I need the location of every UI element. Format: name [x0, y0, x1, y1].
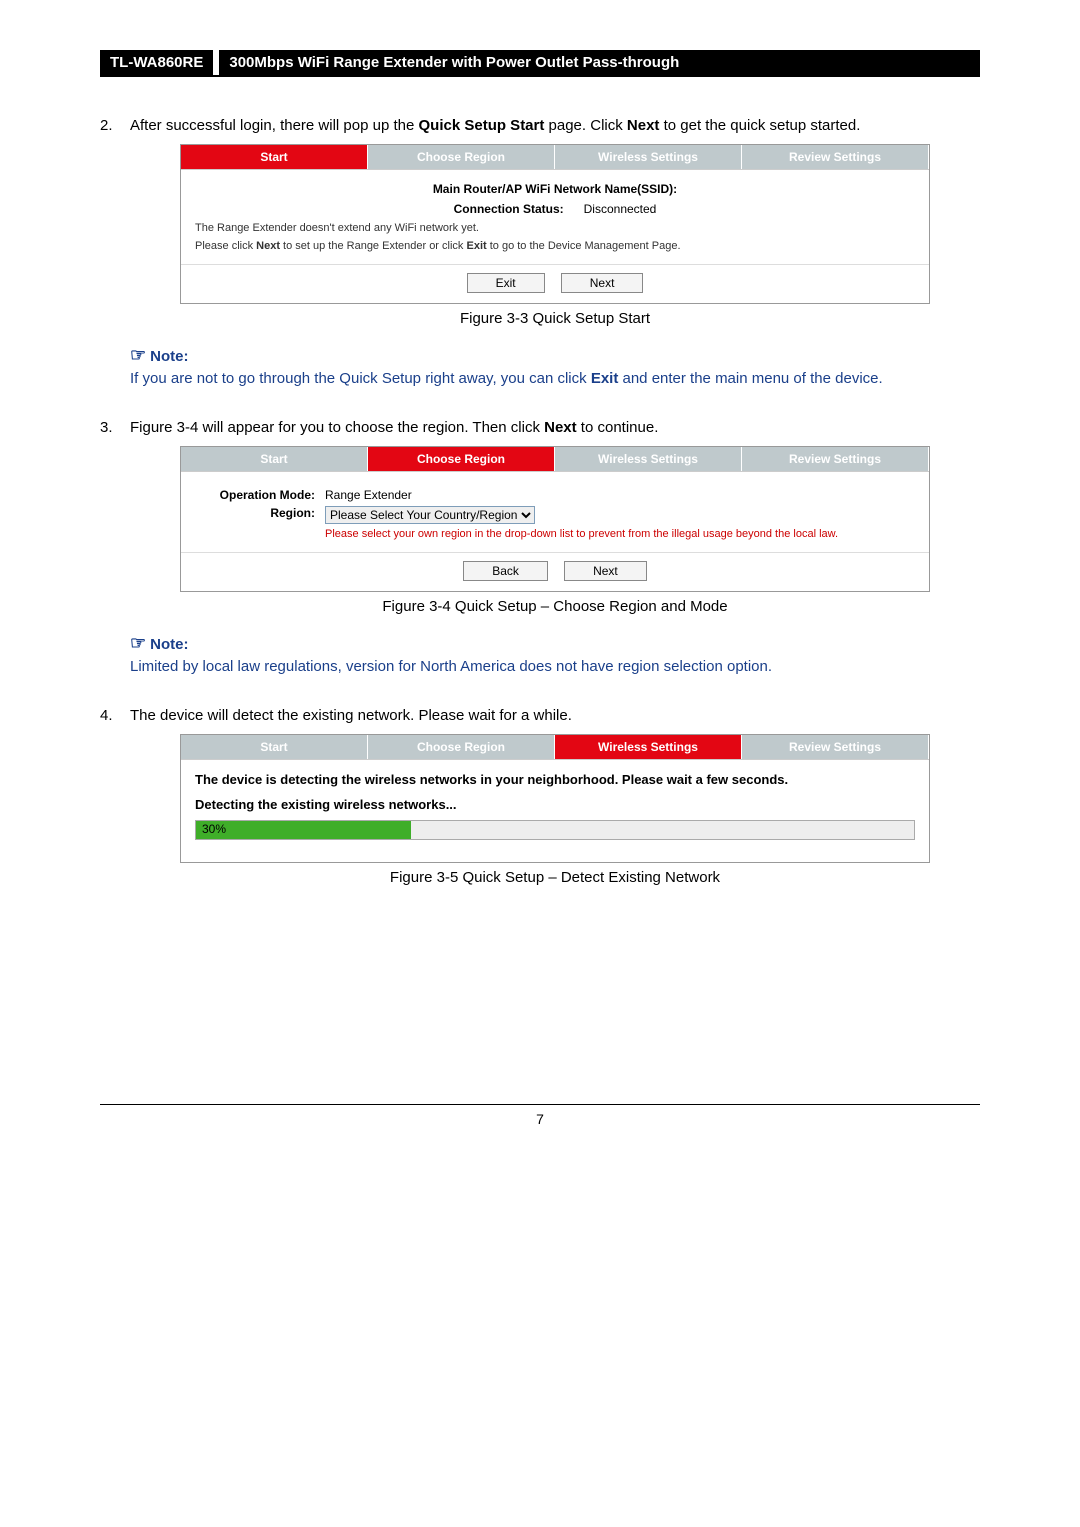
next-button[interactable]: Next — [561, 273, 644, 293]
tab-review-settings[interactable]: Review Settings — [742, 447, 929, 471]
page-number: 7 — [536, 1111, 544, 1127]
figure-3-3-caption: Figure 3-3 Quick Setup Start — [130, 310, 980, 327]
page-footer: 7 — [100, 1104, 980, 1127]
extender-note-2: Please click Next to set up the Range Ex… — [195, 240, 915, 252]
figure-3-4-caption: Figure 3-4 Quick Setup – Choose Region a… — [130, 598, 980, 615]
region-select[interactable]: Please Select Your Country/Region — [325, 506, 535, 524]
connection-status-value: Disconnected — [584, 202, 657, 216]
figure-3-4: Start Choose Region Wireless Settings Re… — [180, 446, 930, 592]
step-number: 2. — [100, 117, 130, 401]
region-label: Region: — [195, 506, 325, 524]
progress-percent: 30% — [202, 822, 226, 836]
progress-bar: 30% — [195, 820, 915, 840]
figure-3-5: Start Choose Region Wireless Settings Re… — [180, 734, 930, 863]
model-description: 300Mbps WiFi Range Extender with Power O… — [219, 50, 980, 75]
figure-3-5-caption: Figure 3-5 Quick Setup – Detect Existing… — [130, 869, 980, 886]
region-hint: Please select your own region in the dro… — [325, 528, 915, 540]
connection-status-label: Connection Status: — [454, 202, 564, 216]
tab-start[interactable]: Start — [181, 145, 368, 169]
tab-choose-region[interactable]: Choose Region — [368, 447, 555, 471]
tab-start[interactable]: Start — [181, 735, 368, 759]
exit-button[interactable]: Exit — [467, 273, 545, 293]
tab-start[interactable]: Start — [181, 447, 368, 471]
model-number: TL-WA860RE — [100, 50, 213, 75]
next-button[interactable]: Next — [564, 561, 647, 581]
operation-mode-label: Operation Mode: — [195, 488, 325, 502]
operation-mode-value: Range Extender — [325, 488, 412, 502]
pointing-hand-icon: ☞ — [130, 345, 146, 365]
ssid-label: Main Router/AP WiFi Network Name(SSID): — [433, 182, 677, 196]
step-3-text: Figure 3-4 will appear for you to choose… — [130, 419, 980, 436]
pointing-hand-icon: ☞ — [130, 633, 146, 653]
tab-review-settings[interactable]: Review Settings — [742, 145, 929, 169]
back-button[interactable]: Back — [463, 561, 548, 581]
tab-wireless-settings[interactable]: Wireless Settings — [555, 735, 742, 759]
doc-header: TL-WA860RE 300Mbps WiFi Range Extender w… — [100, 50, 980, 77]
progress-fill — [196, 821, 411, 839]
detecting-subtext: Detecting the existing wireless networks… — [195, 797, 915, 812]
figure-3-3: Start Choose Region Wireless Settings Re… — [180, 144, 930, 304]
tab-review-settings[interactable]: Review Settings — [742, 735, 929, 759]
note-heading: ☞Note: — [130, 633, 980, 654]
tab-wireless-settings[interactable]: Wireless Settings — [555, 145, 742, 169]
note-heading: ☞Note: — [130, 345, 980, 366]
tab-choose-region[interactable]: Choose Region — [368, 145, 555, 169]
step-2-text: After successful login, there will pop u… — [130, 117, 980, 134]
detecting-message: The device is detecting the wireless net… — [195, 772, 915, 787]
tab-choose-region[interactable]: Choose Region — [368, 735, 555, 759]
step-4-text: The device will detect the existing netw… — [130, 707, 980, 724]
note-1-body: If you are not to go through the Quick S… — [130, 370, 980, 387]
step-number: 3. — [100, 419, 130, 689]
step-number: 4. — [100, 707, 130, 904]
note-2-body: Limited by local law regulations, versio… — [130, 658, 980, 675]
extender-note-1: The Range Extender doesn't extend any Wi… — [195, 222, 915, 234]
tab-wireless-settings[interactable]: Wireless Settings — [555, 447, 742, 471]
